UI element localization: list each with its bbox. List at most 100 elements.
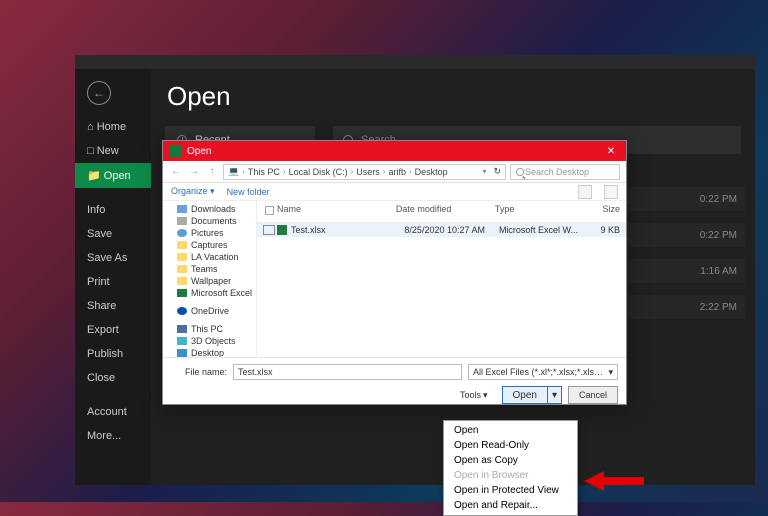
sidebar-item-publish[interactable]: Publish [75, 342, 151, 366]
menu-item[interactable]: Open as Copy [444, 453, 577, 468]
sidebar-item-export[interactable]: Export [75, 318, 151, 342]
up-icon[interactable]: ↑ [205, 165, 219, 179]
doc-icon [177, 217, 187, 225]
nav-item[interactable]: OneDrive [163, 305, 256, 317]
open-dropdown-button[interactable]: ▾ [548, 386, 562, 404]
annotation-arrow [584, 472, 644, 490]
pc-icon [177, 325, 187, 333]
folder-icon [177, 253, 187, 261]
col-size[interactable]: Size [584, 204, 620, 219]
nav-item[interactable]: Documents [163, 215, 256, 227]
label: Wallpaper [191, 276, 231, 286]
new-icon: □ [87, 145, 94, 157]
sidebar-item-save[interactable]: Save [75, 222, 151, 246]
file-row[interactable]: Test.xlsx 8/25/2020 10:27 AM Microsoft E… [257, 223, 626, 237]
view-button[interactable] [578, 185, 592, 199]
breadcrumb[interactable]: 💻 ›This PC ›Local Disk (C:) ›Users ›arif… [223, 164, 506, 180]
filename-input[interactable]: Test.xlsx [233, 364, 462, 380]
nav-item[interactable]: Wallpaper [163, 275, 256, 287]
page-title: Open [167, 81, 741, 112]
desk-icon [177, 349, 187, 357]
sidebar-item-saveas[interactable]: Save As [75, 246, 151, 270]
nav-item[interactable]: Desktop [163, 347, 256, 357]
file-date: 8/25/2020 10:27 AM [404, 225, 499, 235]
backstage-sidebar: ← ⌂ Home □ New 📁 Open Info Save Save As … [75, 69, 151, 485]
excel-icon [169, 145, 181, 157]
nav-item[interactable]: Teams [163, 263, 256, 275]
newfolder-button[interactable]: New folder [227, 187, 270, 197]
menu-item[interactable]: Open Read-Only [444, 438, 577, 453]
window-titlebar [75, 55, 755, 69]
open-button[interactable]: Open [502, 386, 548, 404]
sidebar-item-info[interactable]: Info [75, 198, 151, 222]
sidebar-item-account[interactable]: Account [75, 400, 151, 424]
search-input[interactable]: Search Desktop [510, 164, 620, 180]
address-bar-row: ← → ↑ 💻 ›This PC ›Local Disk (C:) ›Users… [163, 161, 626, 183]
back-icon[interactable]: ← [169, 165, 183, 179]
label: Documents [191, 216, 237, 226]
tools-dropdown[interactable]: Tools ▾ [460, 390, 488, 401]
sidebar-item-share[interactable]: Share [75, 294, 151, 318]
nav-item[interactable]: This PC [163, 323, 256, 335]
chevron-down-icon: ▾ [483, 390, 488, 401]
nav-item[interactable]: LA Vacation [163, 251, 256, 263]
nav-item[interactable]: Captures [163, 239, 256, 251]
file-name: Test.xlsx [291, 225, 404, 235]
placeholder: Search Desktop [525, 167, 589, 177]
row-checkbox[interactable] [263, 225, 275, 235]
label: Desktop [191, 348, 224, 357]
open-split-button[interactable]: Open ▾ [502, 386, 562, 404]
menu-item[interactable]: Open [444, 423, 577, 438]
menu-item[interactable]: Open in Protected View [444, 483, 577, 498]
folder-icon [177, 241, 187, 249]
help-button[interactable] [604, 185, 618, 199]
menu-item[interactable]: Open and Repair... [444, 498, 577, 513]
sidebar-item-new[interactable]: □ New [75, 139, 151, 163]
open-icon: 📁 [87, 170, 101, 182]
label: OneDrive [191, 306, 229, 316]
dialog-title: Open [187, 146, 211, 157]
organize-button[interactable]: Organize ▾ [171, 186, 215, 197]
folder-icon [177, 265, 187, 273]
label: This PC [191, 324, 223, 334]
select-all-checkbox[interactable] [265, 206, 274, 215]
dl-icon [177, 205, 187, 213]
one-icon [177, 307, 187, 315]
col-name[interactable]: Name [277, 204, 396, 219]
back-button[interactable]: ← [87, 81, 111, 105]
star-icon [177, 229, 187, 237]
sidebar-item-home[interactable]: ⌂ Home [75, 115, 151, 139]
dialog-nav-tree[interactable]: Downloads DocumentsPicturesCaptures LA Vac… [163, 201, 257, 357]
filetype-dropdown[interactable]: All Excel Files (*.xl*;*.xlsx;*.xlsm;...… [468, 364, 618, 380]
sidebar-item-print[interactable]: Print [75, 270, 151, 294]
forward-icon[interactable]: → [187, 165, 201, 179]
label: Captures [191, 240, 228, 250]
label: Downloads [191, 204, 236, 214]
label: LA Vacation [191, 252, 238, 262]
excel-file-icon [277, 225, 287, 235]
sidebar-item-close[interactable]: Close [75, 366, 151, 390]
label: New [97, 145, 119, 157]
open-file-dialog: Open ✕ ← → ↑ 💻 ›This PC ›Local Disk (C:)… [162, 140, 627, 405]
search-icon [516, 168, 524, 176]
sidebar-item-more[interactable]: More... [75, 424, 151, 448]
obj-icon [177, 337, 187, 345]
nav-item[interactable]: Microsoft Excel [163, 287, 256, 299]
nav-item[interactable]: Pictures [163, 227, 256, 239]
filename-label: File name: [171, 367, 227, 377]
file-size: 9 KB [584, 225, 620, 235]
label: Open [104, 170, 131, 182]
chevron-down-icon[interactable]: ▾ [482, 167, 486, 176]
sidebar-item-open[interactable]: 📁 Open [75, 163, 151, 188]
cancel-button[interactable]: Cancel [568, 386, 618, 404]
nav-item[interactable]: 3D Objects [163, 335, 256, 347]
col-type[interactable]: Type [495, 204, 584, 219]
col-date[interactable]: Date modified [396, 204, 495, 219]
refresh-icon[interactable]: ↻ [493, 166, 501, 177]
close-button[interactable]: ✕ [596, 141, 626, 161]
label: Home [97, 121, 126, 133]
label: 3D Objects [191, 336, 236, 346]
dialog-footer: File name: Test.xlsx All Excel Files (*.… [163, 357, 626, 410]
nav-item[interactable]: Downloads [163, 203, 256, 215]
excel-icon [177, 289, 187, 297]
